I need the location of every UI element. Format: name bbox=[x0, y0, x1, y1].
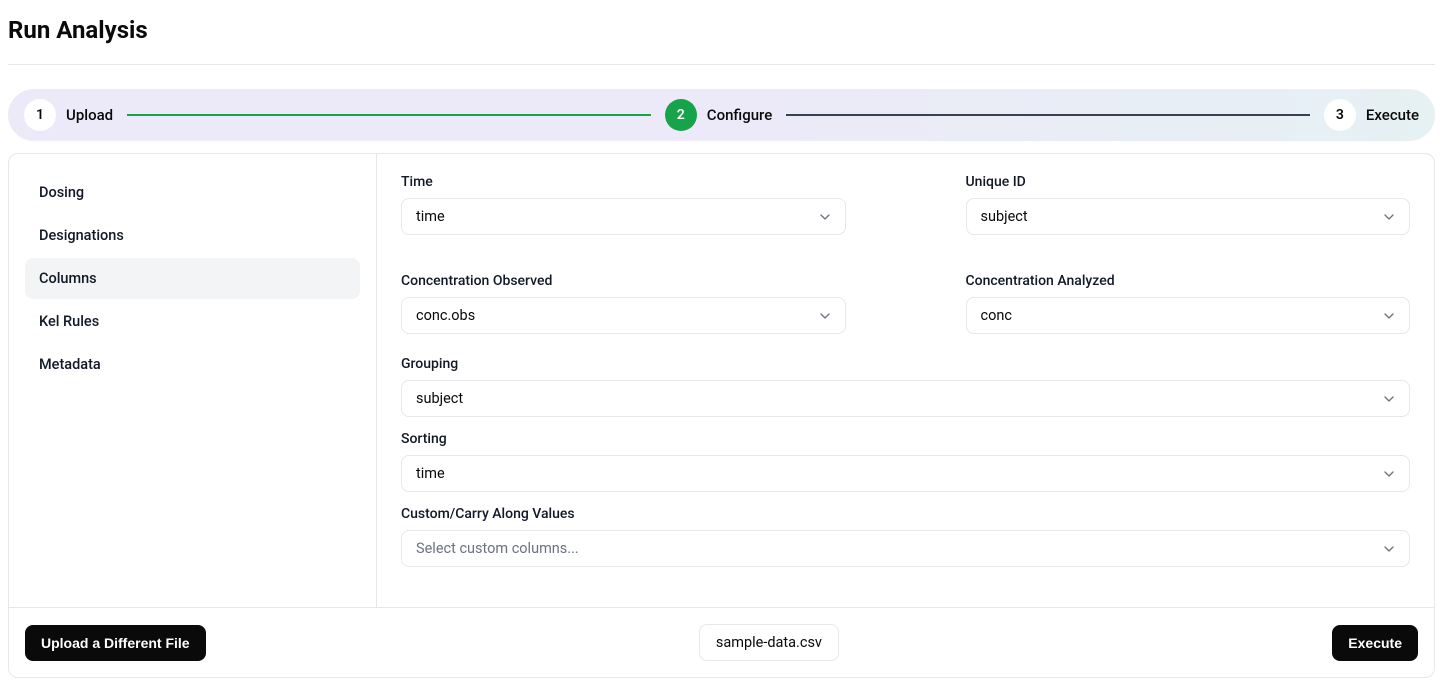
step-label-upload: Upload bbox=[66, 106, 113, 124]
unique-id-label: Unique ID bbox=[966, 174, 1411, 190]
step-configure[interactable]: 2 Configure bbox=[665, 99, 772, 131]
unique-id-select[interactable]: subject bbox=[966, 198, 1411, 235]
step-label-configure: Configure bbox=[707, 106, 772, 124]
conc-obs-select[interactable]: conc.obs bbox=[401, 297, 846, 334]
page-title: Run Analysis bbox=[8, 8, 1435, 65]
chevron-down-icon bbox=[1381, 391, 1397, 407]
step-number-1: 1 bbox=[24, 99, 56, 131]
configuration-card: Dosing Designations Columns Kel Rules Me… bbox=[8, 153, 1435, 678]
conc-obs-label: Concentration Observed bbox=[401, 273, 846, 289]
sorting-select-value: time bbox=[416, 465, 445, 482]
custom-select[interactable]: Select custom columns... bbox=[401, 530, 1410, 567]
custom-select-placeholder: Select custom columns... bbox=[416, 540, 579, 557]
current-file-chip: sample-data.csv bbox=[699, 624, 839, 661]
stepper-connector-1 bbox=[127, 114, 651, 116]
time-select-value: time bbox=[416, 208, 445, 225]
unique-id-select-value: subject bbox=[981, 208, 1028, 225]
step-number-2: 2 bbox=[665, 99, 697, 131]
time-label: Time bbox=[401, 174, 846, 190]
execute-button[interactable]: Execute bbox=[1332, 625, 1418, 661]
step-upload[interactable]: 1 Upload bbox=[24, 99, 113, 131]
chevron-down-icon bbox=[817, 308, 833, 324]
sidebar-item-kel-rules[interactable]: Kel Rules bbox=[25, 301, 360, 342]
card-footer: Upload a Different File sample-data.csv … bbox=[9, 607, 1434, 677]
sorting-select[interactable]: time bbox=[401, 455, 1410, 492]
step-number-3: 3 bbox=[1324, 99, 1356, 131]
sorting-label: Sorting bbox=[401, 431, 1410, 447]
sidebar-item-dosing[interactable]: Dosing bbox=[25, 172, 360, 213]
grouping-select[interactable]: subject bbox=[401, 380, 1410, 417]
conc-ana-select[interactable]: conc bbox=[966, 297, 1411, 334]
chevron-down-icon bbox=[1381, 209, 1397, 225]
grouping-label: Grouping bbox=[401, 356, 1410, 372]
chevron-down-icon bbox=[1381, 466, 1397, 482]
step-label-execute: Execute bbox=[1366, 106, 1419, 124]
sidebar-item-designations[interactable]: Designations bbox=[25, 215, 360, 256]
chevron-down-icon bbox=[1381, 541, 1397, 557]
sidebar-item-metadata[interactable]: Metadata bbox=[25, 344, 360, 385]
chevron-down-icon bbox=[817, 209, 833, 225]
conc-ana-label: Concentration Analyzed bbox=[966, 273, 1411, 289]
grouping-select-value: subject bbox=[416, 390, 463, 407]
sidebar-item-columns[interactable]: Columns bbox=[25, 258, 360, 299]
chevron-down-icon bbox=[1381, 308, 1397, 324]
columns-form: Time time Unique ID subject bbox=[377, 154, 1434, 607]
custom-label: Custom/Carry Along Values bbox=[401, 506, 1410, 522]
upload-different-file-button[interactable]: Upload a Different File bbox=[25, 625, 206, 661]
time-select[interactable]: time bbox=[401, 198, 846, 235]
conc-ana-select-value: conc bbox=[981, 307, 1012, 324]
conc-obs-select-value: conc.obs bbox=[416, 307, 475, 324]
step-execute[interactable]: 3 Execute bbox=[1324, 99, 1419, 131]
config-sidebar: Dosing Designations Columns Kel Rules Me… bbox=[9, 154, 377, 607]
stepper-connector-2 bbox=[786, 114, 1310, 116]
stepper: 1 Upload 2 Configure 3 Execute bbox=[8, 89, 1435, 141]
